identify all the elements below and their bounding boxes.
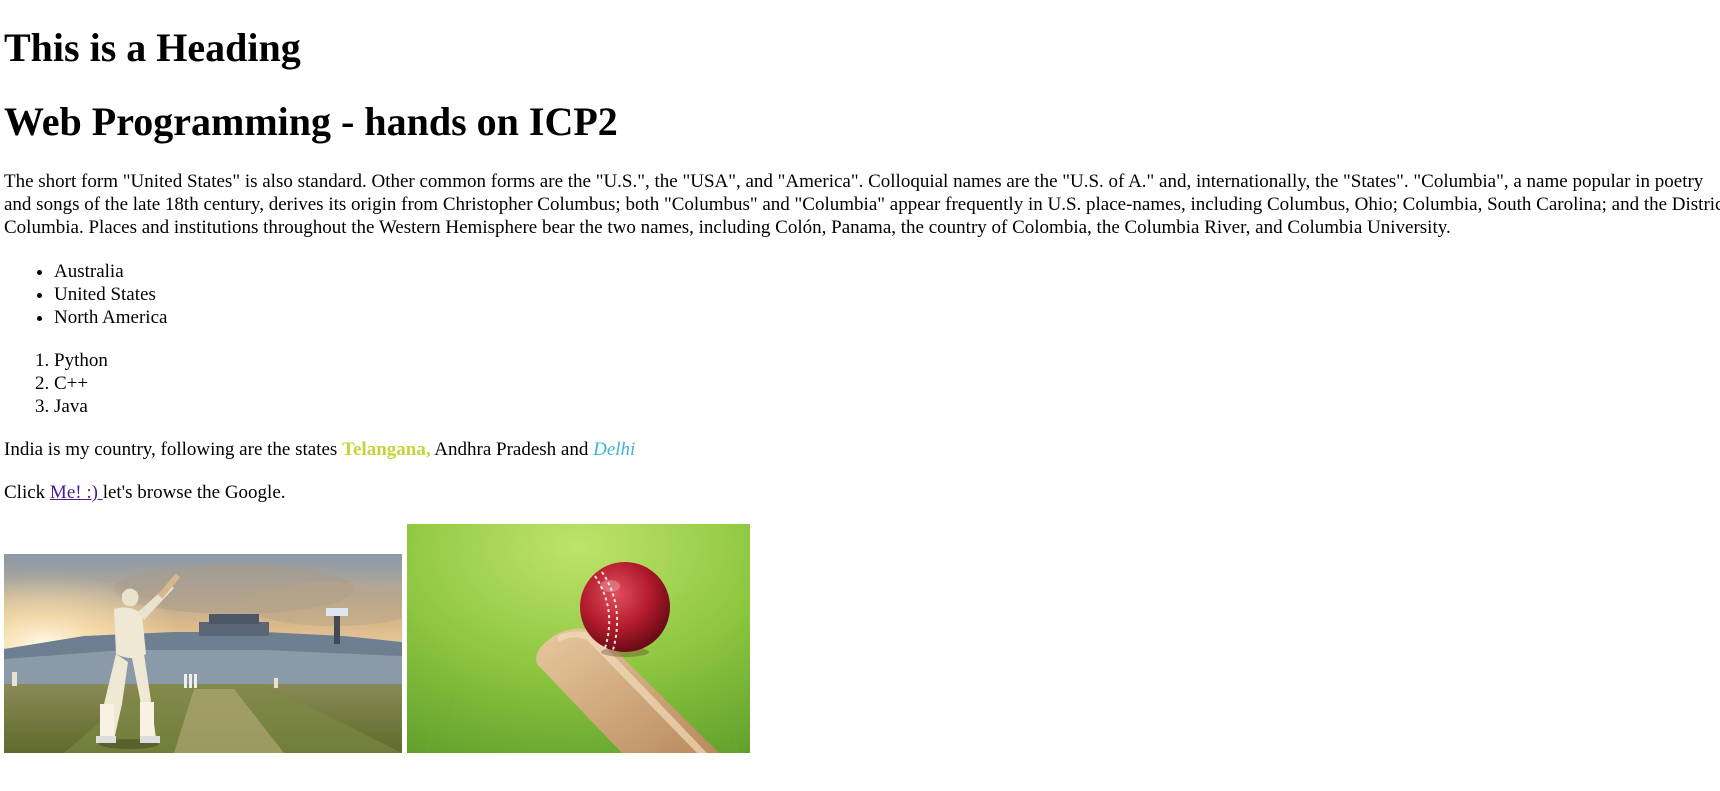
click-prefix: Click: [4, 482, 50, 503]
countries-list: Australia United States North America: [4, 260, 167, 329]
list-item: Python: [54, 349, 108, 372]
delhi-text: Delhi: [593, 439, 636, 460]
cricket-ball-bat-image: [407, 524, 750, 753]
paragraph-line: Columbia. Places and institutions throug…: [4, 217, 1451, 238]
states-prefix: India is my country, following are the s…: [4, 439, 343, 460]
list-item: Australia: [54, 260, 167, 283]
paragraph-line: and songs of the late 18th century, deri…: [4, 194, 1720, 215]
list-item: United States: [54, 283, 167, 306]
page-heading: This is a Heading: [4, 25, 301, 70]
telangana-text: Telangana,: [342, 439, 431, 460]
united-states-paragraph: The short form "United States" is also s…: [4, 170, 1720, 239]
click-suffix: let's browse the Google.: [102, 482, 286, 503]
list-item: North America: [54, 306, 167, 329]
google-link[interactable]: Me! :): [50, 482, 103, 503]
states-middle: Andhra Pradesh and: [430, 439, 594, 460]
cricket-batsman-image: [4, 554, 402, 753]
click-sentence: Click Me! :) let's browse the Google.: [4, 481, 286, 504]
list-item: Java: [54, 395, 108, 418]
list-item: C++: [54, 372, 108, 395]
languages-list: Python C++ Java: [4, 349, 108, 418]
paragraph-line: The short form "United States" is also s…: [4, 171, 1704, 192]
page-subheading: Web Programming - hands on ICP2: [4, 99, 618, 144]
states-sentence: India is my country, following are the s…: [4, 438, 635, 461]
